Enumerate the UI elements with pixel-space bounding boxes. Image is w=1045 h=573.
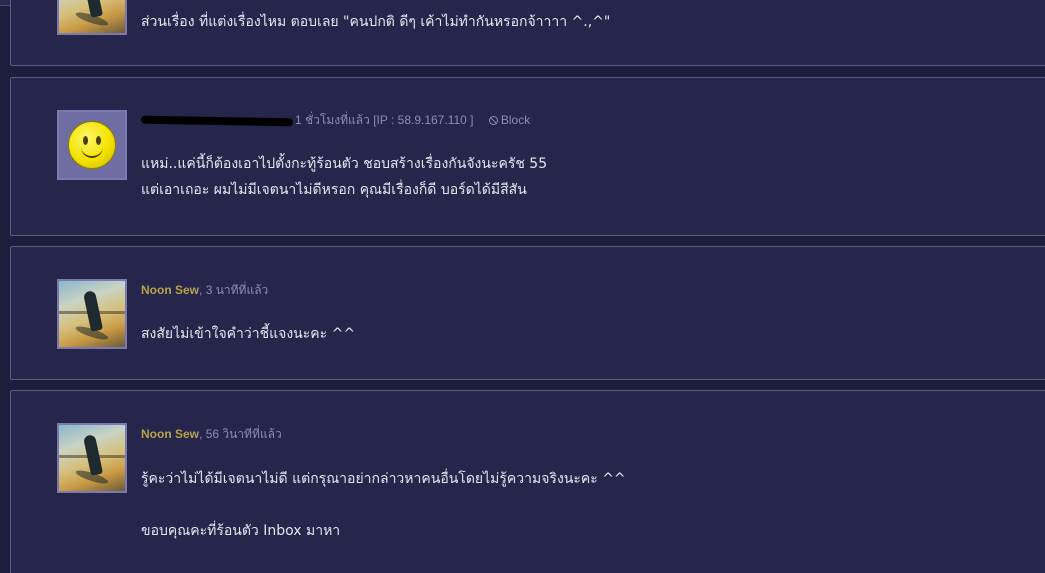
comment-meta: 1 ชั่วโมงที่แล้ว [IP : 58.9.167.110 ] Bl… xyxy=(140,111,531,130)
comment-body-line: รู้คะว่าไม่ได้มีเจตนาไม่ดี แต่กรุณาอย่าก… xyxy=(141,471,626,487)
comment-card: ส่วนเรื่อง ที่แต่งเรื่องไหม ตอบเลย "คนปก… xyxy=(10,0,1045,66)
comment-body-spacer xyxy=(141,492,626,518)
photo-avatar-icon[interactable] xyxy=(57,279,127,349)
comment-body: ส่วนเรื่อง ที่แต่งเรื่องไหม ตอบเลย "คนปก… xyxy=(141,9,610,35)
comment-body: สงสัยไม่เข้าใจคำว่าชี้แจงนะคะ ^^ xyxy=(141,321,355,347)
photo-avatar-icon[interactable] xyxy=(57,0,127,35)
block-button[interactable]: Block xyxy=(488,113,531,127)
comment-card: 1 ชั่วโมงที่แล้ว [IP : 58.9.167.110 ] Bl… xyxy=(10,77,1045,236)
comment-time: 1 ชั่วโมงที่แล้ว xyxy=(295,113,370,127)
comment-body-line: สงสัยไม่เข้าใจคำว่าชี้แจงนะคะ ^^ xyxy=(141,326,356,342)
comment-ip: [IP : 58.9.167.110 ] xyxy=(373,113,474,127)
comment-author[interactable]: Noon Sew xyxy=(141,427,199,441)
comment-body: รู้คะว่าไม่ได้มีเจตนาไม่ดี แต่กรุณาอย่าก… xyxy=(141,466,626,544)
block-label: Block xyxy=(500,113,531,127)
comment-body-line: ส่วนเรื่อง ที่แต่งเรื่องไหม ตอบเลย "คนปก… xyxy=(141,14,611,30)
comment-time: 3 นาทีที่แล้ว xyxy=(205,283,269,297)
photo-avatar-icon[interactable] xyxy=(57,423,127,493)
comment-author[interactable]: Noon Sew xyxy=(141,283,199,297)
smiley-face-icon xyxy=(68,121,116,169)
block-icon xyxy=(488,116,498,125)
comment-time: 56 วินาทีที่แล้ว xyxy=(205,427,282,441)
comment-body-line: ขอบคุณคะที่ร้อนตัว Inbox มาหา xyxy=(141,523,341,539)
smiley-eye xyxy=(96,136,101,145)
comment-meta: Noon Sew, 3 นาทีที่แล้ว xyxy=(141,283,269,297)
comment-card: Noon Sew, 3 นาทีที่แล้ว สงสัยไม่เข้าใจคำ… xyxy=(10,246,1045,380)
comment-meta: Noon Sew, 56 วินาทีที่แล้ว xyxy=(141,427,282,441)
comment-body-line: แต่เอาเถอะ ผมไม่มีเจตนาไม่ดีหรอก คุณมีเร… xyxy=(141,182,527,198)
smiley-mouth xyxy=(81,146,103,158)
comment-card: Noon Sew, 56 วินาทีที่แล้ว รู้คะว่าไม่ได… xyxy=(10,390,1045,573)
smiley-eye xyxy=(83,136,88,145)
smiley-avatar-icon[interactable] xyxy=(57,110,127,180)
comment-body-line: แหม่..แค่นี้ก็ต้องเอาไปตั้งกะทู้ร้อนตัว … xyxy=(141,156,548,172)
comment-body: แหม่..แค่นี้ก็ต้องเอาไปตั้งกะทู้ร้อนตัว … xyxy=(141,151,547,203)
redacted-author-mark xyxy=(140,115,294,127)
